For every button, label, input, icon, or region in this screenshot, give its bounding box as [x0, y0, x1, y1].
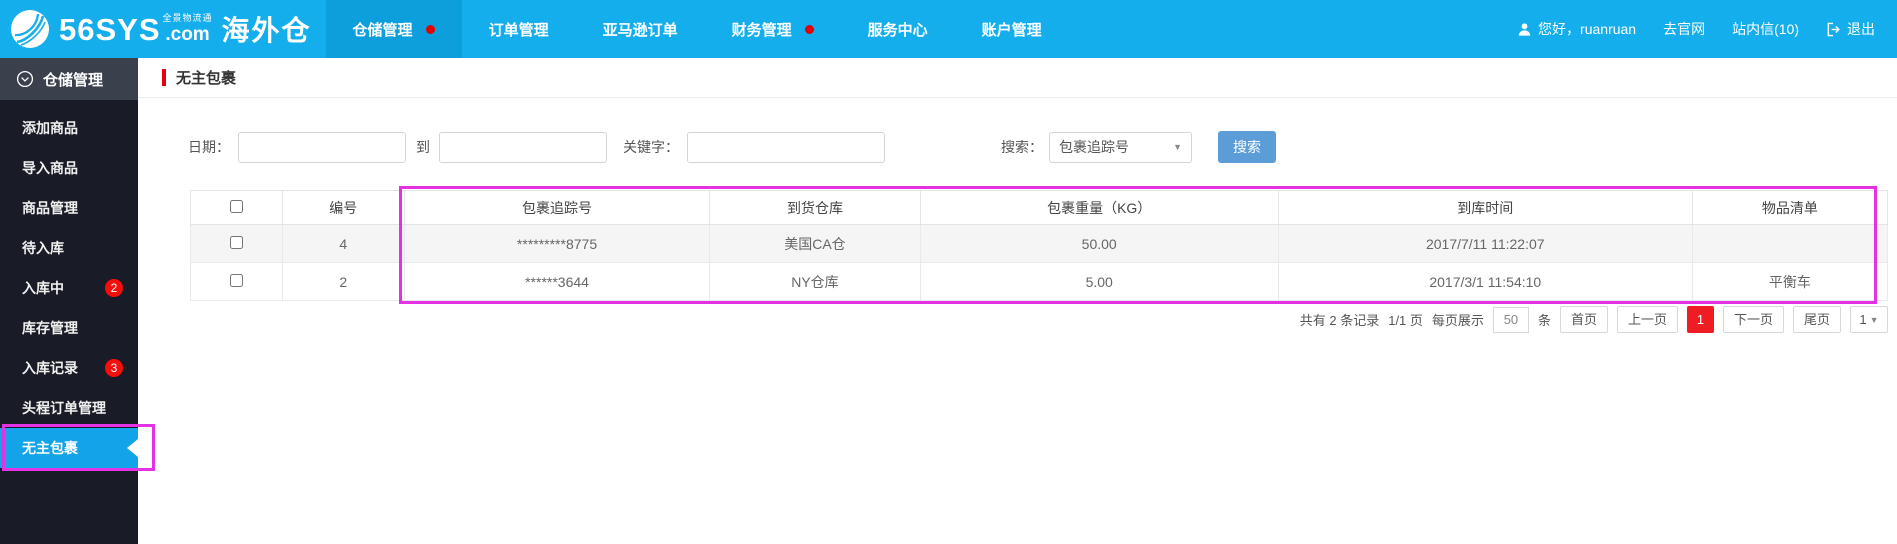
page-jump-select[interactable]: 1 ▼: [1850, 306, 1888, 333]
page-info: 1/1 页: [1388, 310, 1423, 329]
date-from-input[interactable]: [238, 132, 406, 163]
cell-weight: 50.00: [920, 225, 1278, 263]
header-warehouse: 到货仓库: [710, 191, 920, 225]
header-weight: 包裹重量（KG）: [920, 191, 1278, 225]
nav-item-service-center[interactable]: 服务中心: [841, 0, 955, 58]
messages-link[interactable]: 站内信(10): [1732, 19, 1799, 39]
first-page-button[interactable]: 首页: [1560, 306, 1608, 333]
sidebar-item-product-management[interactable]: 商品管理: [0, 188, 138, 228]
to-label: 到: [416, 137, 430, 157]
keyword-input[interactable]: [687, 132, 885, 163]
row-checkbox[interactable]: [230, 274, 243, 287]
cell-id: 4: [282, 225, 404, 263]
sidebar-item-first-leg-orders[interactable]: 头程订单管理: [0, 388, 138, 428]
header-items: 物品清单: [1692, 191, 1887, 225]
page-title: 无主包裹: [176, 67, 236, 88]
last-page-button[interactable]: 尾页: [1793, 306, 1841, 333]
search-type-select[interactable]: 包裹追踪号 ▼: [1049, 132, 1192, 163]
sidebar-item-inbound-in-progress[interactable]: 入库中 2: [0, 268, 138, 308]
sidebar: 仓储管理 添加商品 导入商品 商品管理 待入库 入库中 2 库存管理 入库记录 …: [0, 58, 138, 544]
per-page-label: 每页展示: [1432, 310, 1484, 329]
sidebar-header-warehouse[interactable]: 仓储管理: [0, 58, 138, 100]
official-site-link[interactable]: 去官网: [1663, 19, 1705, 39]
nav-item-account[interactable]: 账户管理: [955, 0, 1069, 58]
red-dot: [805, 25, 814, 34]
user-icon: [1517, 22, 1532, 37]
logo-product: 海外仓: [222, 17, 312, 45]
cell-tracking: ******3644: [404, 263, 709, 301]
title-bar: 无主包裹: [138, 58, 1897, 98]
search-button[interactable]: 搜索: [1218, 131, 1276, 163]
table-row: 4 *********8775 美国CA仓 50.00 2017/7/11 11…: [191, 225, 1888, 263]
sidebar-item-pending-inbound[interactable]: 待入库: [0, 228, 138, 268]
sidebar-item-import-product[interactable]: 导入商品: [0, 148, 138, 188]
header-arrived: 到库时间: [1278, 191, 1692, 225]
prev-page-button[interactable]: 上一页: [1617, 306, 1678, 333]
sidebar-item-add-product[interactable]: 添加商品: [0, 108, 138, 148]
sidebar-item-unclaimed-packages[interactable]: 无主包裹: [0, 428, 138, 468]
nav-item-amazon-orders[interactable]: 亚马逊订单: [576, 0, 705, 58]
cell-arrived: 2017/7/11 11:22:07: [1278, 225, 1692, 263]
sidebar-menu: 添加商品 导入商品 商品管理 待入库 入库中 2 库存管理 入库记录 3 头程订…: [0, 100, 138, 468]
row-checkbox[interactable]: [230, 236, 243, 249]
nav-item-orders[interactable]: 订单管理: [462, 0, 576, 58]
cell-arrived: 2017/3/1 11:54:10: [1278, 263, 1692, 301]
logo-tagline: 全景物流通: [163, 14, 213, 23]
cell-items: 平衡车: [1692, 263, 1887, 301]
cell-warehouse: 美国CA仓: [710, 225, 920, 263]
count-badge: 3: [105, 359, 123, 377]
search-form: 日期： 到 关键字： 搜索： 包裹追踪号 ▼ 搜索: [188, 131, 1276, 163]
next-page-button[interactable]: 下一页: [1723, 306, 1784, 333]
logo[interactable]: 56SYS 全景物流通 .com 海外仓: [0, 0, 326, 58]
table-row: 2 ******3644 NY仓库 5.00 2017/3/1 11:54:10…: [191, 263, 1888, 301]
active-arrow-icon: [127, 439, 138, 457]
title-red-bar: [162, 69, 166, 86]
topbar-right: 您好，ruanruan 去官网 站内信(10) 退出: [1517, 19, 1897, 39]
table-header-row: 编号 包裹追踪号 到货仓库 包裹重量（KG） 到库时间 物品清单: [191, 191, 1888, 225]
search-type-label: 搜索：: [1001, 137, 1043, 157]
per-page-input[interactable]: [1493, 307, 1529, 333]
date-label: 日期：: [188, 137, 230, 157]
cell-items: [1692, 225, 1887, 263]
logo-main: 56SYS: [59, 14, 161, 45]
header-id: 编号: [282, 191, 404, 225]
logout-icon: [1826, 22, 1841, 37]
user-greeting: 您好，ruanruan: [1517, 19, 1636, 39]
header-checkbox-cell: [191, 191, 283, 225]
main-content: 无主包裹 日期： 到 关键字： 搜索： 包裹追踪号 ▼ 搜索 编号 包裹追踪号: [138, 58, 1897, 544]
logout-link[interactable]: 退出: [1826, 19, 1875, 39]
cell-tracking: *********8775: [404, 225, 709, 263]
nav-item-warehouse[interactable]: 仓储管理: [326, 0, 462, 58]
topbar: 56SYS 全景物流通 .com 海外仓 仓储管理 订单管理 亚马逊订单 财务管…: [0, 0, 1897, 58]
keyword-label: 关键字：: [623, 137, 679, 157]
cell-warehouse: NY仓库: [710, 263, 920, 301]
sidebar-item-inventory[interactable]: 库存管理: [0, 308, 138, 348]
select-all-checkbox[interactable]: [230, 200, 243, 213]
red-dot: [426, 25, 435, 34]
header-tracking: 包裹追踪号: [404, 191, 709, 225]
current-page-button[interactable]: 1: [1687, 306, 1714, 333]
per-page-unit: 条: [1538, 310, 1551, 329]
date-to-input[interactable]: [439, 132, 607, 163]
pagination: 共有 2 条记录 1/1 页 每页展示 条 首页 上一页 1 下一页 尾页 1 …: [1300, 306, 1888, 333]
logo-text: 56SYS 全景物流通 .com 海外仓: [59, 14, 312, 45]
packages-table: 编号 包裹追踪号 到货仓库 包裹重量（KG） 到库时间 物品清单 4 *****…: [190, 190, 1888, 301]
records-summary: 共有 2 条记录: [1300, 310, 1379, 329]
cell-weight: 5.00: [920, 263, 1278, 301]
logo-icon: [10, 9, 50, 49]
caret-down-icon: ▼: [1870, 315, 1879, 325]
top-nav: 仓储管理 订单管理 亚马逊订单 财务管理 服务中心 账户管理: [326, 0, 1069, 58]
caret-down-icon: ▼: [1173, 142, 1182, 152]
count-badge: 2: [105, 279, 123, 297]
logo-com: .com: [165, 25, 209, 44]
cell-id: 2: [282, 263, 404, 301]
sidebar-item-inbound-records[interactable]: 入库记录 3: [0, 348, 138, 388]
chevron-circle-icon: [16, 70, 34, 88]
nav-item-finance[interactable]: 财务管理: [705, 0, 841, 58]
